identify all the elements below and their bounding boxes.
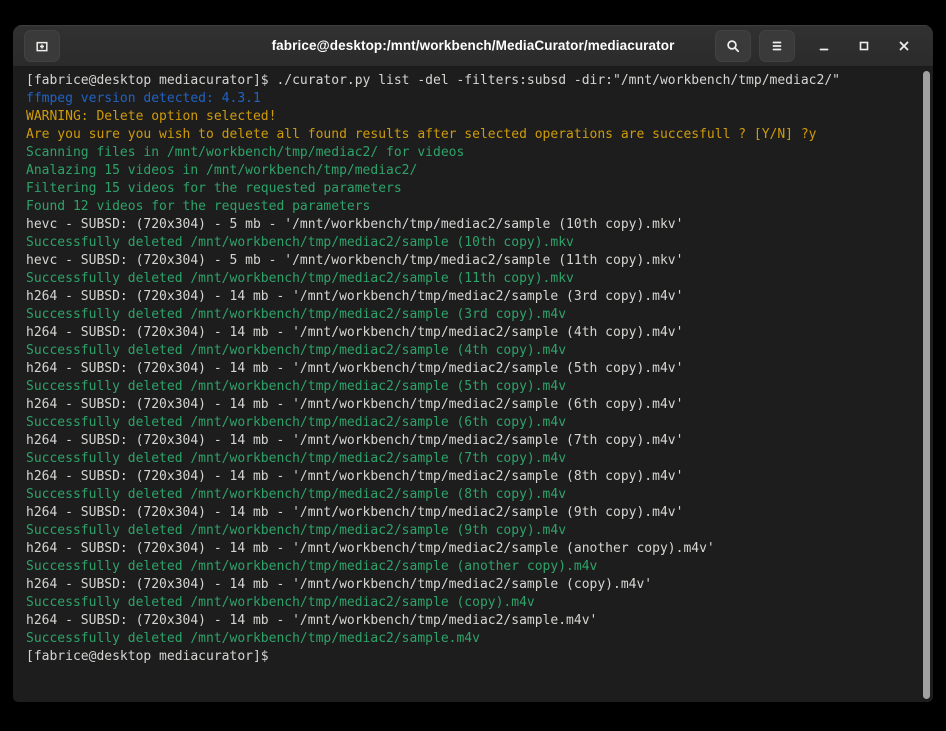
terminal-line: Successfully deleted /mnt/workbench/tmp/… [26,414,907,432]
terminal-output[interactable]: [fabrice@desktop mediacurator]$ ./curato… [13,67,933,702]
maximize-icon [856,38,872,54]
terminal-line: h264 - SUBSD: (720x304) - 14 mb - '/mnt/… [26,396,907,414]
terminal-line: Successfully deleted /mnt/workbench/tmp/… [26,486,907,504]
minimize-icon [816,38,832,54]
terminal-line: Successfully deleted /mnt/workbench/tmp/… [26,594,907,612]
terminal-line: Successfully deleted /mnt/workbench/tmp/… [26,306,907,324]
terminal-line: h264 - SUBSD: (720x304) - 14 mb - '/mnt/… [26,576,907,594]
terminal-line: [fabrice@desktop mediacurator]$ ./curato… [26,72,907,90]
terminal-line: h264 - SUBSD: (720x304) - 14 mb - '/mnt/… [26,324,907,342]
terminal-window: fabrice@desktop:/mnt/workbench/MediaCura… [13,25,933,702]
terminal-line: Successfully deleted /mnt/workbench/tmp/… [26,450,907,468]
titlebar[interactable]: fabrice@desktop:/mnt/workbench/MediaCura… [13,25,933,67]
terminal-line: Successfully deleted /mnt/workbench/tmp/… [26,558,907,576]
terminal-line: Are you sure you wish to delete all foun… [26,126,907,144]
new-tab-button[interactable] [24,30,60,62]
terminal-line: Analazing 15 videos in /mnt/workbench/tm… [26,162,907,180]
titlebar-controls [715,25,919,66]
new-tab-icon [34,38,50,54]
menu-button[interactable] [759,30,795,62]
terminal-line: Found 12 videos for the requested parame… [26,198,907,216]
terminal-line: WARNING: Delete option selected! [26,108,907,126]
terminal-line: Scanning files in /mnt/workbench/tmp/med… [26,144,907,162]
terminal-line: hevc - SUBSD: (720x304) - 5 mb - '/mnt/w… [26,252,907,270]
minimize-button[interactable] [809,31,839,61]
hamburger-menu-icon [769,38,785,54]
search-icon [725,38,741,54]
close-button[interactable] [889,31,919,61]
terminal-line: h264 - SUBSD: (720x304) - 14 mb - '/mnt/… [26,504,907,522]
terminal-line: Successfully deleted /mnt/workbench/tmp/… [26,234,907,252]
terminal-line: hevc - SUBSD: (720x304) - 5 mb - '/mnt/w… [26,216,907,234]
terminal-line: h264 - SUBSD: (720x304) - 14 mb - '/mnt/… [26,360,907,378]
terminal-line: Filtering 15 videos for the requested pa… [26,180,907,198]
search-button[interactable] [715,30,751,62]
terminal-line: ffmpeg version detected: 4.3.1 [26,90,907,108]
terminal-line: Successfully deleted /mnt/workbench/tmp/… [26,630,907,648]
terminal-line: h264 - SUBSD: (720x304) - 14 mb - '/mnt/… [26,468,907,486]
terminal-line: Successfully deleted /mnt/workbench/tmp/… [26,270,907,288]
maximize-button[interactable] [849,31,879,61]
terminal-line: Successfully deleted /mnt/workbench/tmp/… [26,342,907,360]
scrollbar[interactable] [921,70,932,700]
terminal-line: h264 - SUBSD: (720x304) - 14 mb - '/mnt/… [26,612,907,630]
terminal-line: h264 - SUBSD: (720x304) - 14 mb - '/mnt/… [26,432,907,450]
scrollbar-thumb[interactable] [923,71,930,699]
terminal-line: [fabrice@desktop mediacurator]$ [26,648,907,666]
terminal-line: h264 - SUBSD: (720x304) - 14 mb - '/mnt/… [26,288,907,306]
terminal-line: Successfully deleted /mnt/workbench/tmp/… [26,522,907,540]
terminal-line: h264 - SUBSD: (720x304) - 14 mb - '/mnt/… [26,540,907,558]
terminal-line: Successfully deleted /mnt/workbench/tmp/… [26,378,907,396]
close-icon [896,38,912,54]
